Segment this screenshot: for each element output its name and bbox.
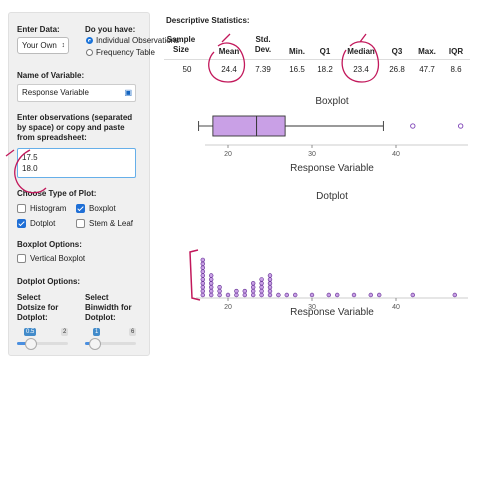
- dotplot-dot: [209, 288, 214, 294]
- dotplot-dot: [259, 285, 264, 290]
- dotplot-dot: [242, 288, 248, 294]
- dotplot-x-tick-label: 20: [224, 304, 232, 311]
- dotplot-dot: [452, 292, 457, 298]
- dotplot-dot: [267, 285, 273, 290]
- dotplot-dot: [368, 292, 373, 298]
- dotplot-dot: [200, 281, 206, 286]
- dotplot-dot: [209, 292, 214, 298]
- dotplot-dot: [309, 292, 315, 298]
- dotplot-dot: [293, 292, 298, 298]
- dotplot-dot: [209, 285, 214, 290]
- dotplot-dot: [377, 292, 382, 298]
- dotplot-dot: [276, 292, 281, 298]
- dotplot-dot: [251, 292, 256, 298]
- dotplot-dot: [259, 281, 264, 286]
- dotplot-dot: [217, 288, 222, 294]
- dotplot-dot: [259, 277, 264, 282]
- dotplot-dot: [200, 285, 206, 290]
- dotplot-dot: [267, 292, 273, 298]
- dotplot-dot: [251, 288, 256, 294]
- dotplot-dot: [267, 288, 273, 294]
- dotplot-dot: [234, 288, 239, 294]
- dotplot-dot: [326, 292, 331, 298]
- dotplot-dot: [251, 285, 256, 290]
- dotplot-dot: [217, 285, 222, 290]
- dotplot-dot: [200, 273, 206, 278]
- dotplot-dot: [284, 292, 289, 298]
- dotplot-dot: [267, 277, 273, 282]
- dotplot-dot: [259, 292, 264, 298]
- dotplot-dot: [200, 288, 206, 294]
- dotplot-dot: [267, 273, 273, 278]
- dotplot-dot: [209, 277, 214, 282]
- dotplot-dot: [267, 281, 273, 286]
- dotplot-dot: [351, 292, 357, 298]
- dotplot-x-label: Response Variable: [290, 307, 374, 318]
- dotplot-dot: [217, 292, 222, 298]
- dotplot-chart: 20 30 40: [196, 257, 468, 311]
- dotplot-dot: [200, 277, 206, 282]
- dotplot-dot: [200, 269, 206, 274]
- dotplot-dot: [200, 257, 206, 263]
- dotplot-dot: [200, 265, 206, 270]
- dotplot-dot: [259, 288, 264, 294]
- dotplot-dot: [242, 292, 248, 298]
- dotplot-dot: [209, 273, 214, 278]
- dotplot-dot: [209, 281, 214, 286]
- dotplot-dot: [200, 292, 206, 298]
- dotplot-dot: [335, 292, 340, 298]
- dotplot-dot: [234, 292, 239, 298]
- dotplot-dot: [251, 281, 256, 286]
- dotplot-dot: [225, 292, 231, 298]
- dotplot-dot: [200, 261, 206, 266]
- dotplot-dot: [410, 292, 415, 298]
